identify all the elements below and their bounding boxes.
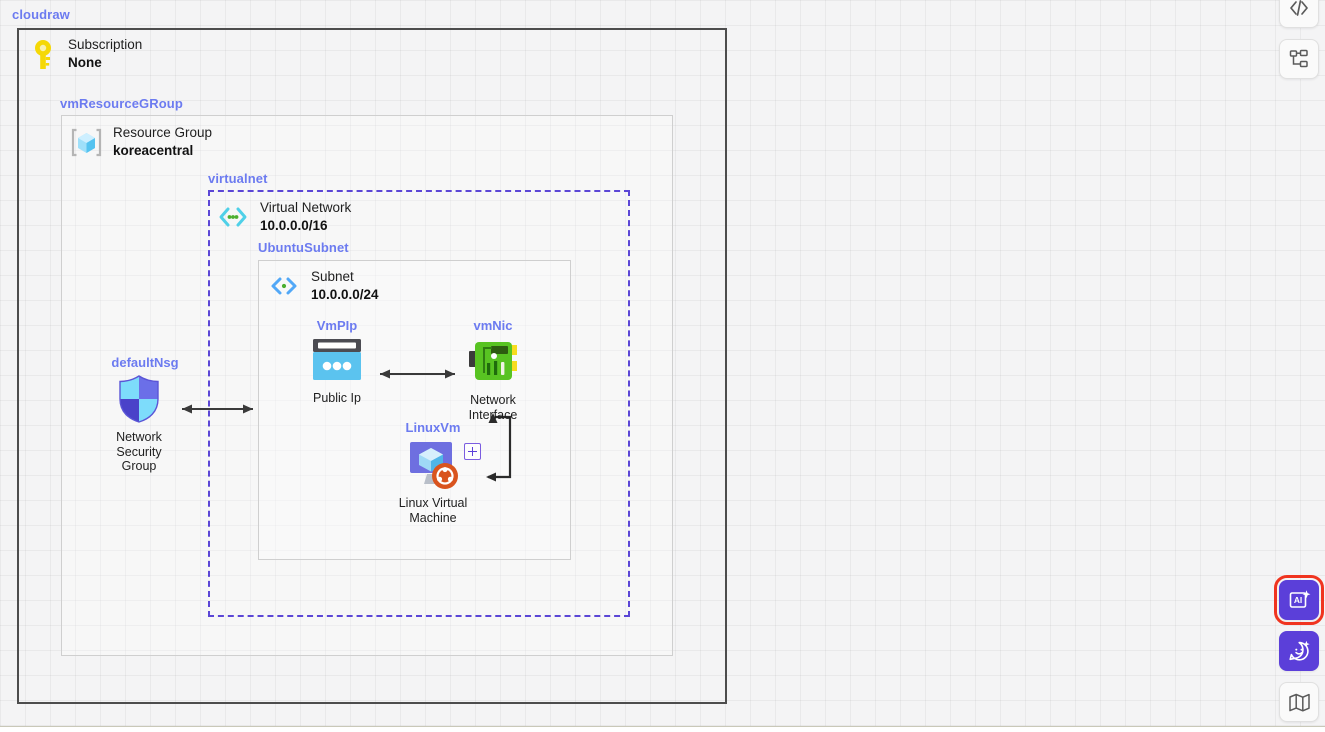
smiley-sparkle-icon xyxy=(1287,639,1311,663)
node-title-linuxvm: LinuxVm xyxy=(385,420,481,435)
ai-generate-button[interactable]: AI xyxy=(1279,580,1319,620)
resource-group-value: koreacentral xyxy=(113,142,212,160)
resource-group-cube-icon xyxy=(70,126,103,159)
network-security-group-shield-icon xyxy=(115,374,163,424)
subscription-header: Subscription None xyxy=(28,36,142,72)
node-caption-linux-virtual-machine: Linux Virtual Machine xyxy=(399,496,468,525)
ai-assist-button[interactable] xyxy=(1279,631,1319,671)
code-view-button[interactable] xyxy=(1279,0,1319,28)
resource-group-header: Resource Group koreacentral xyxy=(70,124,212,160)
map-icon xyxy=(1288,691,1311,714)
public-ip-icon xyxy=(310,337,364,385)
tree-view-button[interactable] xyxy=(1279,39,1319,79)
add-resource-button[interactable] xyxy=(464,443,481,460)
node-network-interface[interactable]: Network Interface xyxy=(445,337,541,422)
tree-hierarchy-icon xyxy=(1288,48,1310,70)
virtual-network-header: Virtual Network 10.0.0.0/16 xyxy=(216,199,351,235)
node-caption-network-security-group: Network Security Group xyxy=(116,430,162,474)
virtual-network-name-label: virtualnet xyxy=(208,171,268,186)
virtual-network-type-label: Virtual Network xyxy=(260,199,351,217)
subscription-type-label: Subscription xyxy=(68,36,142,54)
resource-group-type-label: Resource Group xyxy=(113,124,212,142)
subnet-type-label: Subnet xyxy=(311,268,379,286)
network-interface-icon xyxy=(465,337,521,387)
node-title-vmpip: VmPIp xyxy=(289,318,385,333)
subnet-name-label: UbuntuSubnet xyxy=(258,240,349,255)
app-title: cloudraw xyxy=(12,7,70,22)
key-icon xyxy=(28,38,58,70)
svg-text:AI: AI xyxy=(1294,595,1302,605)
map-view-button[interactable] xyxy=(1279,682,1319,722)
toolbar-bottom: AI xyxy=(1279,580,1319,722)
virtual-network-value: 10.0.0.0/16 xyxy=(260,217,351,235)
resource-group-name-label: vmResourceGRoup xyxy=(60,96,183,111)
window-bottom-edge xyxy=(0,726,1325,732)
node-title-vmnic: vmNic xyxy=(445,318,541,333)
toolbar-top xyxy=(1279,0,1319,79)
node-public-ip[interactable]: Public Ip xyxy=(289,337,385,406)
node-caption-network-interface: Network Interface xyxy=(469,393,518,422)
subnet-value: 10.0.0.0/24 xyxy=(311,286,379,304)
diagram-canvas[interactable]: cloudraw Subscription None vmResourceGRo… xyxy=(0,0,1325,726)
subnet-header: Subnet 10.0.0.0/24 xyxy=(267,268,379,304)
node-caption-public-ip: Public Ip xyxy=(313,391,361,406)
ai-sparkle-icon: AI xyxy=(1287,588,1311,612)
linux-virtual-machine-icon xyxy=(405,438,461,490)
node-title-defaultnsg: defaultNsg xyxy=(91,355,199,370)
code-brackets-icon xyxy=(1288,0,1310,19)
virtual-network-icon xyxy=(216,203,250,231)
node-network-security-group[interactable]: Network Security Group xyxy=(91,374,187,474)
subnet-icon xyxy=(267,272,301,300)
subscription-value: None xyxy=(68,54,142,72)
